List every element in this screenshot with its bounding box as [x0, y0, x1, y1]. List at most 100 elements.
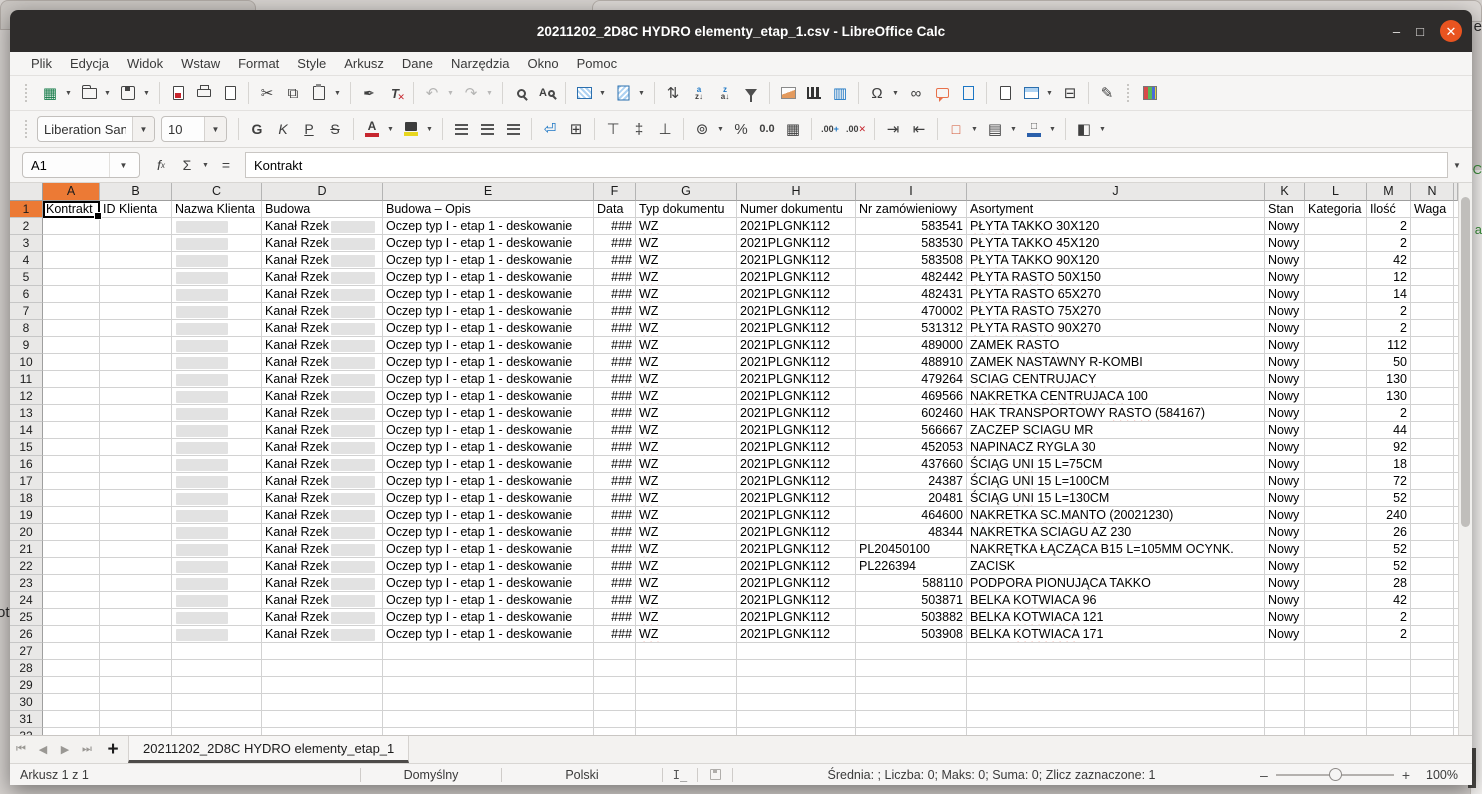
- cell-F8[interactable]: ###: [594, 320, 636, 337]
- cell-L12[interactable]: [1305, 388, 1367, 405]
- cell-N11[interactable]: [1411, 371, 1454, 388]
- cell-E29[interactable]: [383, 677, 594, 694]
- cell-E10[interactable]: Oczep typ I - etap 1 - deskowanie: [383, 354, 594, 371]
- cell-M17[interactable]: 72: [1367, 473, 1411, 490]
- cell-G24[interactable]: WZ: [636, 592, 737, 609]
- font-size-dropdown[interactable]: ▼: [204, 117, 226, 141]
- cell-G27[interactable]: [636, 643, 737, 660]
- cell-N13[interactable]: [1411, 405, 1454, 422]
- cell-F14[interactable]: ###: [594, 422, 636, 439]
- cell-F11[interactable]: ###: [594, 371, 636, 388]
- cell-B14[interactable]: [100, 422, 172, 439]
- cell-B4[interactable]: [100, 252, 172, 269]
- zoom-level[interactable]: 100%: [1420, 764, 1472, 785]
- cell-D7[interactable]: Kanał Rzek: [262, 303, 383, 320]
- decrease-indent-icon[interactable]: ⇤: [907, 116, 931, 142]
- cell-H2[interactable]: 2021PLGNK112: [737, 218, 856, 235]
- cell-I19[interactable]: 464600: [856, 507, 967, 524]
- cell-J32[interactable]: [967, 728, 1265, 735]
- cell-A2[interactable]: [43, 218, 100, 235]
- cell-H7[interactable]: 2021PLGNK112: [737, 303, 856, 320]
- print-preview-icon[interactable]: [218, 80, 242, 106]
- row-header-9[interactable]: 9: [10, 337, 43, 354]
- cell-M12[interactable]: 130: [1367, 388, 1411, 405]
- clone-formatting-icon[interactable]: ✒: [357, 80, 381, 106]
- cell-N4[interactable]: [1411, 252, 1454, 269]
- freeze-dropdown[interactable]: ▼: [1044, 80, 1055, 106]
- cell-G1[interactable]: Typ dokumentu: [636, 201, 737, 218]
- cell-K4[interactable]: Nowy: [1265, 252, 1305, 269]
- cell-F7[interactable]: ###: [594, 303, 636, 320]
- autofilter-icon[interactable]: [739, 80, 763, 106]
- cell-G4[interactable]: WZ: [636, 252, 737, 269]
- cell-A24[interactable]: [43, 592, 100, 609]
- cell-G23[interactable]: WZ: [636, 575, 737, 592]
- cell-F6[interactable]: ###: [594, 286, 636, 303]
- zoom-in-icon[interactable]: +: [1402, 767, 1410, 783]
- cell-A20[interactable]: [43, 524, 100, 541]
- cell-L1[interactable]: Kategoria: [1305, 201, 1367, 218]
- cell-E31[interactable]: [383, 711, 594, 728]
- cell-H28[interactable]: [737, 660, 856, 677]
- row-header-12[interactable]: 12: [10, 388, 43, 405]
- row-header-24[interactable]: 24: [10, 592, 43, 609]
- cell-L27[interactable]: [1305, 643, 1367, 660]
- cell-K9[interactable]: Nowy: [1265, 337, 1305, 354]
- cell-I29[interactable]: [856, 677, 967, 694]
- cell-G32[interactable]: [636, 728, 737, 735]
- cell-H32[interactable]: [737, 728, 856, 735]
- previous-sheet-icon[interactable]: ◀: [32, 736, 54, 763]
- cell-K2[interactable]: Nowy: [1265, 218, 1305, 235]
- cell-A25[interactable]: [43, 609, 100, 626]
- cell-L20[interactable]: [1305, 524, 1367, 541]
- sort-descending-icon[interactable]: za↓: [713, 80, 737, 106]
- headers-footers-icon[interactable]: [956, 80, 980, 106]
- cell-L19[interactable]: [1305, 507, 1367, 524]
- currency-format-icon[interactable]: ⊚: [690, 116, 714, 142]
- cell-G21[interactable]: WZ: [636, 541, 737, 558]
- cell-A1[interactable]: Kontrakt: [43, 201, 100, 218]
- row-header-32[interactable]: 32: [10, 728, 43, 735]
- cell-M30[interactable]: [1367, 694, 1411, 711]
- cell-C22[interactable]: [172, 558, 262, 575]
- cell-C19[interactable]: [172, 507, 262, 524]
- cell-L30[interactable]: [1305, 694, 1367, 711]
- cell-J6[interactable]: PŁYTA RASTO 65X270: [967, 286, 1265, 303]
- cell-I2[interactable]: 583541: [856, 218, 967, 235]
- cell-M21[interactable]: 52: [1367, 541, 1411, 558]
- menu-arkusz[interactable]: Arkusz: [335, 52, 393, 75]
- cell-I22[interactable]: PL226394: [856, 558, 967, 575]
- cell-M20[interactable]: 26: [1367, 524, 1411, 541]
- conditional-formatting-dropdown[interactable]: ▼: [1097, 116, 1108, 142]
- cell-J2[interactable]: PŁYTA TAKKO 30X120: [967, 218, 1265, 235]
- cell-N26[interactable]: [1411, 626, 1454, 643]
- currency-dropdown[interactable]: ▼: [715, 116, 726, 142]
- cell-H14[interactable]: 2021PLGNK112: [737, 422, 856, 439]
- cell-J19[interactable]: NAKRETKA SC.MANTO (20021230): [967, 507, 1265, 524]
- cell-F28[interactable]: [594, 660, 636, 677]
- cell-J15[interactable]: NAPINACZ RYGLA 30: [967, 439, 1265, 456]
- cell-A22[interactable]: [43, 558, 100, 575]
- cell-C32[interactable]: [172, 728, 262, 735]
- cell-C8[interactable]: [172, 320, 262, 337]
- cell-K24[interactable]: Nowy: [1265, 592, 1305, 609]
- cell-A9[interactable]: [43, 337, 100, 354]
- cell-I23[interactable]: 588110: [856, 575, 967, 592]
- row-header-5[interactable]: 5: [10, 269, 43, 286]
- cell-H13[interactable]: 2021PLGNK112: [737, 405, 856, 422]
- column-header-K[interactable]: K: [1265, 183, 1305, 201]
- cell-I20[interactable]: 48344: [856, 524, 967, 541]
- menu-wstaw[interactable]: Wstaw: [172, 52, 229, 75]
- cell-C16[interactable]: [172, 456, 262, 473]
- cell-G9[interactable]: WZ: [636, 337, 737, 354]
- align-bottom-icon[interactable]: ⊥: [653, 116, 677, 142]
- borders-icon[interactable]: □: [944, 116, 968, 142]
- row-header-13[interactable]: 13: [10, 405, 43, 422]
- cell-I14[interactable]: 566667: [856, 422, 967, 439]
- cell-J30[interactable]: [967, 694, 1265, 711]
- cell-D24[interactable]: Kanał Rzek: [262, 592, 383, 609]
- cell-G5[interactable]: WZ: [636, 269, 737, 286]
- cell-J4[interactable]: PŁYTA TAKKO 90X120: [967, 252, 1265, 269]
- cell-L3[interactable]: [1305, 235, 1367, 252]
- menu-widok[interactable]: Widok: [118, 52, 172, 75]
